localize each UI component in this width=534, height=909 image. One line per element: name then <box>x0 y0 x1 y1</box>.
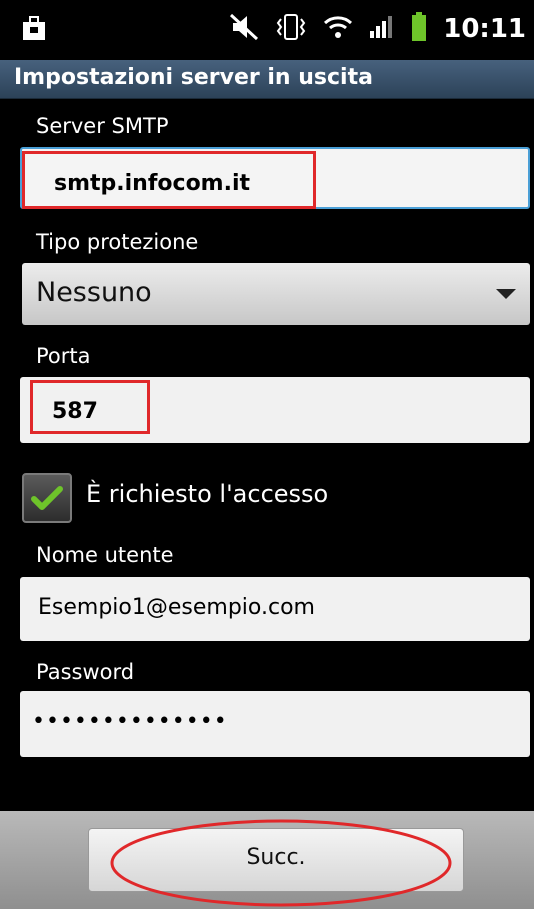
username-value: Esempio1@esempio.com <box>38 595 315 620</box>
username-input[interactable]: Esempio1@esempio.com <box>20 577 530 641</box>
username-label: Nome utente <box>36 543 174 567</box>
page-title: Impostazioni server in uscita <box>14 65 373 90</box>
briefcase-icon <box>22 16 46 46</box>
battery-icon <box>411 12 427 46</box>
password-label: Password <box>36 660 135 684</box>
signal-icon <box>369 15 395 43</box>
status-bar: 10:11 <box>0 0 534 60</box>
clock: 10:11 <box>443 14 526 44</box>
protection-type-select[interactable]: Nessuno <box>22 263 530 325</box>
password-value: •••••••••••••• <box>32 709 228 734</box>
port-label: Porta <box>36 344 91 368</box>
smtp-label: Server SMTP <box>36 114 169 138</box>
password-input[interactable]: •••••••••••••• <box>20 691 530 757</box>
vibrate-icon <box>275 13 307 45</box>
login-required-checkbox[interactable] <box>22 473 72 523</box>
protection-label: Tipo protezione <box>36 230 199 254</box>
highlight-box-smtp <box>22 151 316 209</box>
wifi-icon <box>323 14 353 44</box>
highlight-box-port <box>30 380 150 434</box>
checkmark-icon <box>31 486 63 510</box>
mute-icon <box>229 13 259 45</box>
highlight-ellipse <box>110 819 452 907</box>
chevron-down-icon <box>496 289 516 299</box>
protection-type-value: Nessuno <box>36 277 152 308</box>
login-required-label: È richiesto l'accesso <box>86 480 329 508</box>
title-bar: Impostazioni server in uscita <box>0 60 534 99</box>
